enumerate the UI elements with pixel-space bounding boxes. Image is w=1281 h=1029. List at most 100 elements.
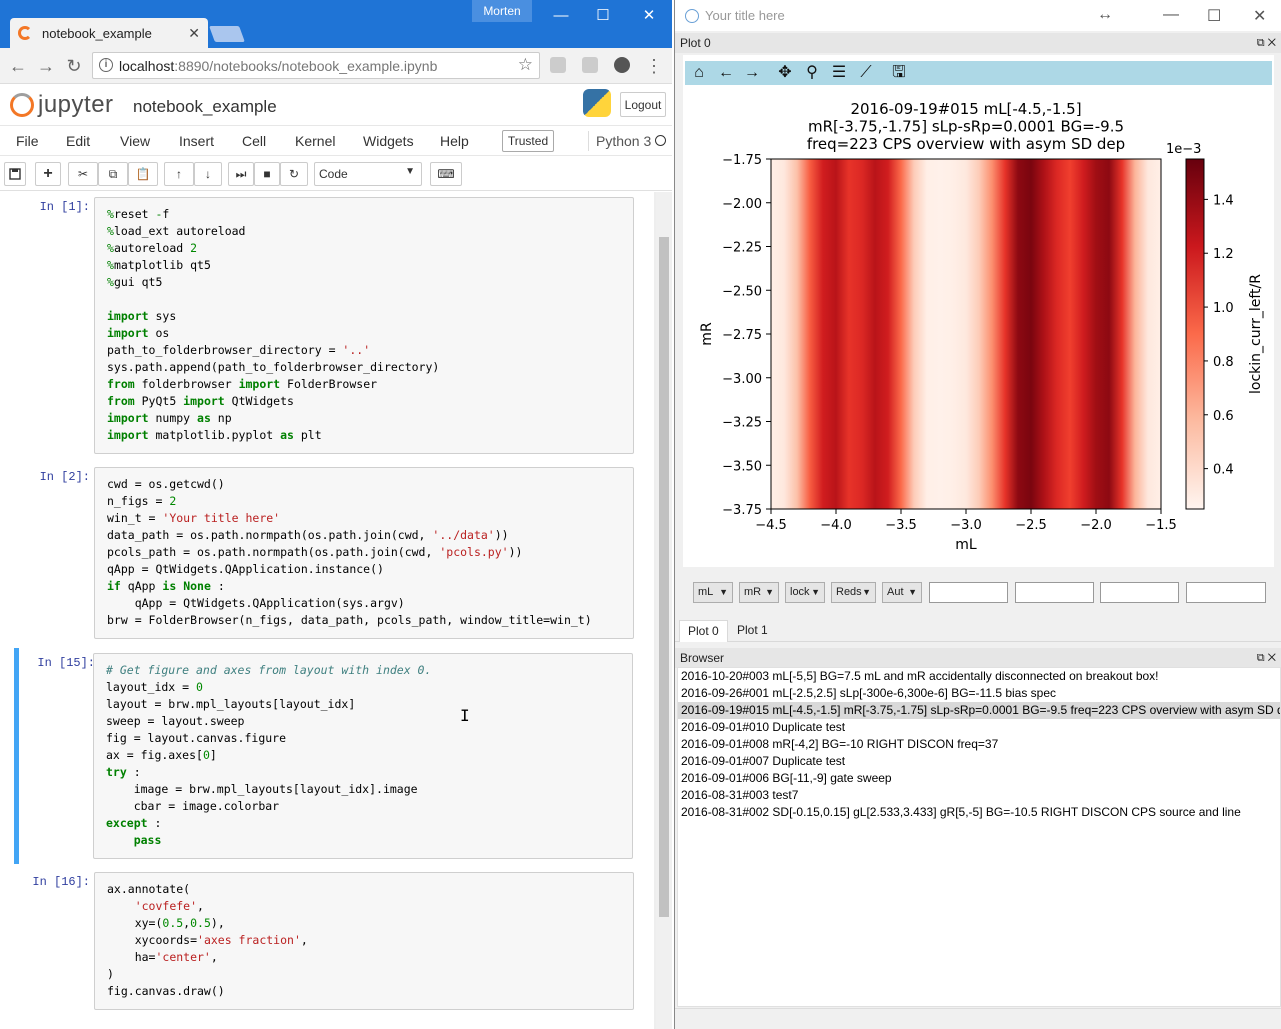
y-tick-label: −3.75	[722, 503, 762, 518]
code-line: path_to_folderbrowser_directory = '..'	[107, 342, 621, 359]
add-cell-icon[interactable]: +	[35, 162, 61, 186]
shield-extension-icon[interactable]	[614, 57, 630, 73]
menu-cell[interactable]: Cell	[242, 133, 266, 149]
code-line: try :	[106, 764, 620, 781]
code-editor[interactable]: %reset -f %load_ext autoreload %autoreload…	[94, 197, 634, 454]
home-icon[interactable]: ⌂	[689, 63, 709, 83]
heatmap-figure[interactable]: 2016-09-19#015 mL[-4.5,-1.5]mR[-3.75,-1.…	[683, 95, 1274, 565]
cell-type-select[interactable]: Code ▼	[314, 162, 422, 186]
list-item[interactable]: 2016-08-31#002 SD[-0.15,0.15] gL[2.533,3…	[678, 804, 1280, 821]
float-icon[interactable]: ⧉	[1257, 652, 1265, 664]
url-field[interactable]: i localhost:8890/notebooks/notebook_exam…	[92, 52, 540, 79]
plot-dock-title[interactable]: Plot 0 ⧉ ✕	[675, 33, 1281, 53]
restart-icon[interactable]: ↻	[280, 162, 308, 186]
minimize-icon[interactable]: —	[538, 0, 584, 30]
code-token: FolderBrowser	[287, 377, 378, 391]
edit-curves-icon[interactable]: ⟋	[856, 63, 876, 83]
keyboard-icon[interactable]: ⌨	[430, 162, 462, 186]
status-bar	[675, 1008, 1281, 1029]
list-item[interactable]: 2016-10-20#003 mL[-5,5] BG=7.5 mL and mR…	[678, 668, 1280, 685]
bookmark-star-icon[interactable]: ☆	[518, 55, 533, 75]
code-token: 'covfefe'	[134, 899, 198, 913]
back-icon[interactable]: ←	[716, 63, 736, 83]
x-variable-select[interactable]: mL ▼	[693, 582, 733, 603]
list-item[interactable]: 2016-09-19#015 mL[-4.5,-1.5] mR[-3.75,-1…	[678, 702, 1280, 719]
code-token: fig = layout.canvas.figure	[106, 731, 287, 745]
cmin-input[interactable]	[929, 582, 1008, 603]
code-cell-selected[interactable]: In [15]: # Get figure and axes from layo…	[14, 648, 638, 864]
float-icon[interactable]: ⧉	[1257, 37, 1265, 49]
site-info-icon[interactable]: i	[99, 58, 113, 72]
menu-edit[interactable]: Edit	[66, 133, 90, 149]
extension-icon[interactable]	[550, 57, 566, 73]
y-variable-select[interactable]: mR ▼	[739, 582, 779, 603]
minimize-icon[interactable]: —	[1163, 6, 1179, 24]
menu-widgets[interactable]: Widgets	[363, 133, 414, 149]
menu-insert[interactable]: Insert	[179, 133, 214, 149]
zoom-icon[interactable]: ⚲	[802, 63, 822, 83]
list-item[interactable]: 2016-09-26#001 mL[-2.5,2.5] sLp[-300e-6,…	[678, 685, 1280, 702]
close-window-icon[interactable]: ✕	[1253, 6, 1266, 26]
y-tick-label: −2.75	[722, 328, 762, 343]
logout-button[interactable]: Logout	[620, 92, 666, 117]
code-token: 'center'	[155, 950, 211, 964]
jupyter-logo[interactable]: jupyter	[10, 91, 114, 119]
profile-button[interactable]: Morten	[472, 0, 532, 22]
code-editor[interactable]: # Get figure and axes from layout with i…	[93, 653, 633, 859]
save-figure-icon[interactable]: 🖫	[889, 63, 909, 83]
close-tab-icon[interactable]: ✕	[188, 25, 200, 42]
reload-icon[interactable]: ↻	[64, 56, 84, 76]
cut-icon[interactable]: ✂	[68, 162, 98, 186]
forward-icon[interactable]: →	[742, 63, 762, 83]
z-variable-select[interactable]: lock ▼	[785, 582, 825, 603]
close-icon[interactable]: ✕	[1268, 37, 1276, 49]
list-item[interactable]: 2016-09-01#007 Duplicate test	[678, 753, 1280, 770]
interrupt-icon[interactable]: ■	[254, 162, 280, 186]
tab-plot-1[interactable]: Plot 1	[729, 620, 776, 642]
close-window-icon[interactable]: ✕	[626, 0, 672, 30]
extension-icon[interactable]	[582, 57, 598, 73]
run-icon[interactable]: ⏭	[228, 162, 254, 186]
measurement-list[interactable]: 2016-10-20#003 mL[-5,5] BG=7.5 mL and mR…	[677, 667, 1281, 1007]
browser-tab-title: notebook_example	[42, 25, 152, 41]
move-down-icon[interactable]: ↓	[194, 162, 222, 186]
scaling-select[interactable]: Aut ▼	[882, 582, 922, 603]
colormap-select[interactable]: Reds ▼	[831, 582, 876, 603]
list-item[interactable]: 2016-09-01#006 BG[-11,-9] gate sweep	[678, 770, 1280, 787]
code-token: matplotlib.pyplot	[155, 428, 281, 442]
code-editor[interactable]: cwd = os.getcwd() n_figs = 2 win_t = 'Your…	[94, 467, 634, 639]
save-icon[interactable]	[4, 162, 26, 186]
scrollbar-thumb[interactable]	[659, 237, 669, 917]
trusted-indicator[interactable]: Trusted	[502, 130, 554, 152]
param-input[interactable]	[1100, 582, 1179, 603]
pan-icon[interactable]: ✥	[775, 63, 795, 83]
copy-icon[interactable]: ⧉	[98, 162, 128, 186]
notebook-name[interactable]: notebook_example	[133, 97, 277, 117]
list-item[interactable]: 2016-08-31#003 test7	[678, 787, 1280, 804]
close-icon[interactable]: ✕	[1268, 652, 1276, 664]
move-up-icon[interactable]: ↑	[164, 162, 194, 186]
tab-plot-0[interactable]: Plot 0	[679, 620, 728, 642]
browser-tab[interactable]: notebook_example ✕	[10, 18, 208, 48]
list-item[interactable]: 2016-09-01#008 mR[-4,2] BG=-10 RIGHT DIS…	[678, 736, 1280, 753]
cmax-input[interactable]	[1015, 582, 1094, 603]
menu-view[interactable]: View	[120, 133, 150, 149]
colorbar-label: lockin_curr_left/R	[1248, 274, 1264, 394]
maximize-icon[interactable]: ☐	[1207, 6, 1221, 26]
notebook-scrollbar[interactable]	[656, 192, 672, 1029]
menu-help[interactable]: Help	[440, 133, 469, 149]
menu-kernel[interactable]: Kernel	[295, 133, 335, 149]
param-input[interactable]	[1186, 582, 1266, 603]
subplots-config-icon[interactable]: ☰	[829, 63, 849, 83]
new-tab-button[interactable]	[209, 26, 245, 42]
code-token: autoreload	[113, 241, 191, 255]
chrome-menu-icon[interactable]: ⋮	[644, 56, 664, 76]
browser-dock-title[interactable]: Browser ⧉ ✕	[675, 648, 1281, 668]
maximize-icon[interactable]: ☐	[580, 0, 626, 30]
list-item[interactable]: 2016-09-01#010 Duplicate test	[678, 719, 1280, 736]
menu-file[interactable]: File	[16, 133, 39, 149]
forward-icon[interactable]: →	[36, 56, 56, 76]
back-icon[interactable]: ←	[8, 56, 28, 76]
code-editor[interactable]: ax.annotate( 'covfefe', xy=(0.5,0.5), xy…	[94, 872, 634, 1010]
paste-icon[interactable]: 📋	[128, 162, 158, 186]
